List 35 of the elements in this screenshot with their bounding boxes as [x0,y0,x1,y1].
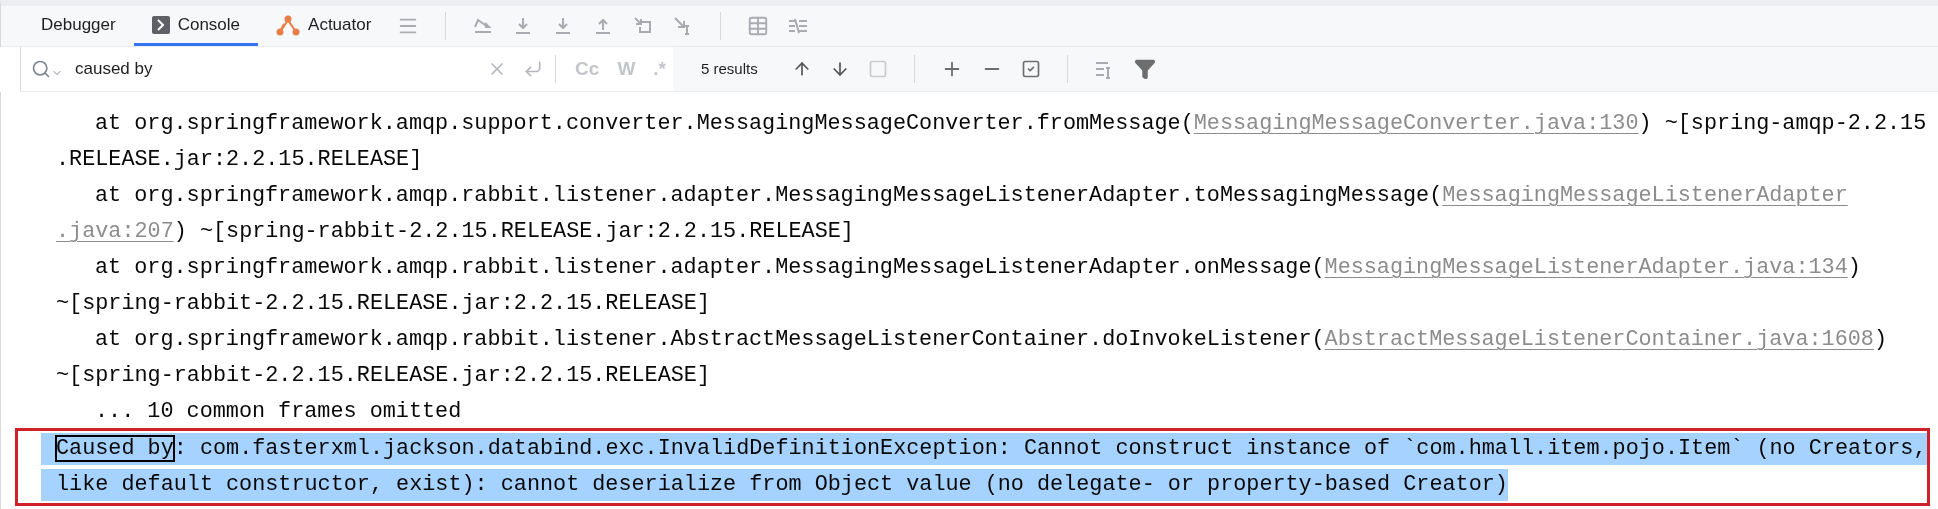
source-link[interactable]: .java:207 [56,218,174,244]
source-link[interactable]: AbstractMessageListenerContainer.java:1608 [1324,326,1874,352]
search-match: Caused by [56,435,174,461]
filter-icon[interactable] [1133,58,1156,80]
terminal-icon [151,15,170,34]
search-input[interactable]: caused by [75,56,484,82]
tab[interactable]: Debugger [23,6,134,46]
source-link[interactable]: MessagingMessageListenerAdapter.java:134 [1324,254,1848,280]
search-option-toggle[interactable]: W [610,54,643,84]
log-text: like default constructor, exist): cannot deserialize from Object value (no delegate- or property-based Creator) [56,471,1508,497]
log-text: : com.fasterxml.jackson.databind.exc.InvalidDefinitionException: Cannot construct instance of `com.hmall.item.pojo.Item` (no Creators, [173,435,1927,461]
table-icon[interactable] [747,15,770,37]
search-option-toggle[interactable]: .* [646,54,673,84]
log-text: ) [1873,326,1887,352]
source-link[interactable]: MessagingMessageConverter.java:130 [1193,110,1639,136]
log-text: .RELEASE.jar:2.2.15.RELEASE] [56,146,423,172]
select-all-icon[interactable] [867,59,888,79]
select-occurrences-icon[interactable] [1020,59,1041,79]
log-text: ) ~[spring-rabbit-2.2.15.RELEASE.jar:2.2.15.RELEASE] [173,218,854,244]
tab[interactable]: Actuator [258,6,390,46]
result-count: 5 results [701,58,758,79]
search-option-toggle[interactable]: Cc [568,54,607,84]
search-icon [31,59,51,79]
log-text: ... 10 common frames omitted [95,398,462,424]
nodes-icon [276,13,301,36]
log-text: ) [1847,254,1861,280]
log-text: at org.springframework.amqp.rabbit.listener.adapter.MessagingMessageListenerAdapter.onMessage( [95,254,1325,280]
log-text: at org.springframework.amqp.rabbit.listener.AbstractMessageListenerContainer.doInvokeListener( [95,326,1325,352]
log-text: ~[spring-rabbit-2.2.15.RELEASE.jar:2.2.15.RELEASE] [56,362,710,388]
log-text: ) ~[spring-amqp-2.2.15 [1638,110,1927,136]
source-link[interactable]: MessagingMessageListenerAdapter [1442,182,1848,208]
log-text: ~[spring-rabbit-2.2.15.RELEASE.jar:2.2.15.RELEASE] [56,290,710,316]
newline-icon[interactable] [523,59,544,79]
log-text: at org.springframework.amqp.support.converter.MessagingMessageConverter.fromMessage( [95,110,1194,136]
log-text: at org.springframework.amqp.rabbit.listener.adapter.MessagingMessageListenerAdapter.toMessagingMessage( [95,182,1443,208]
